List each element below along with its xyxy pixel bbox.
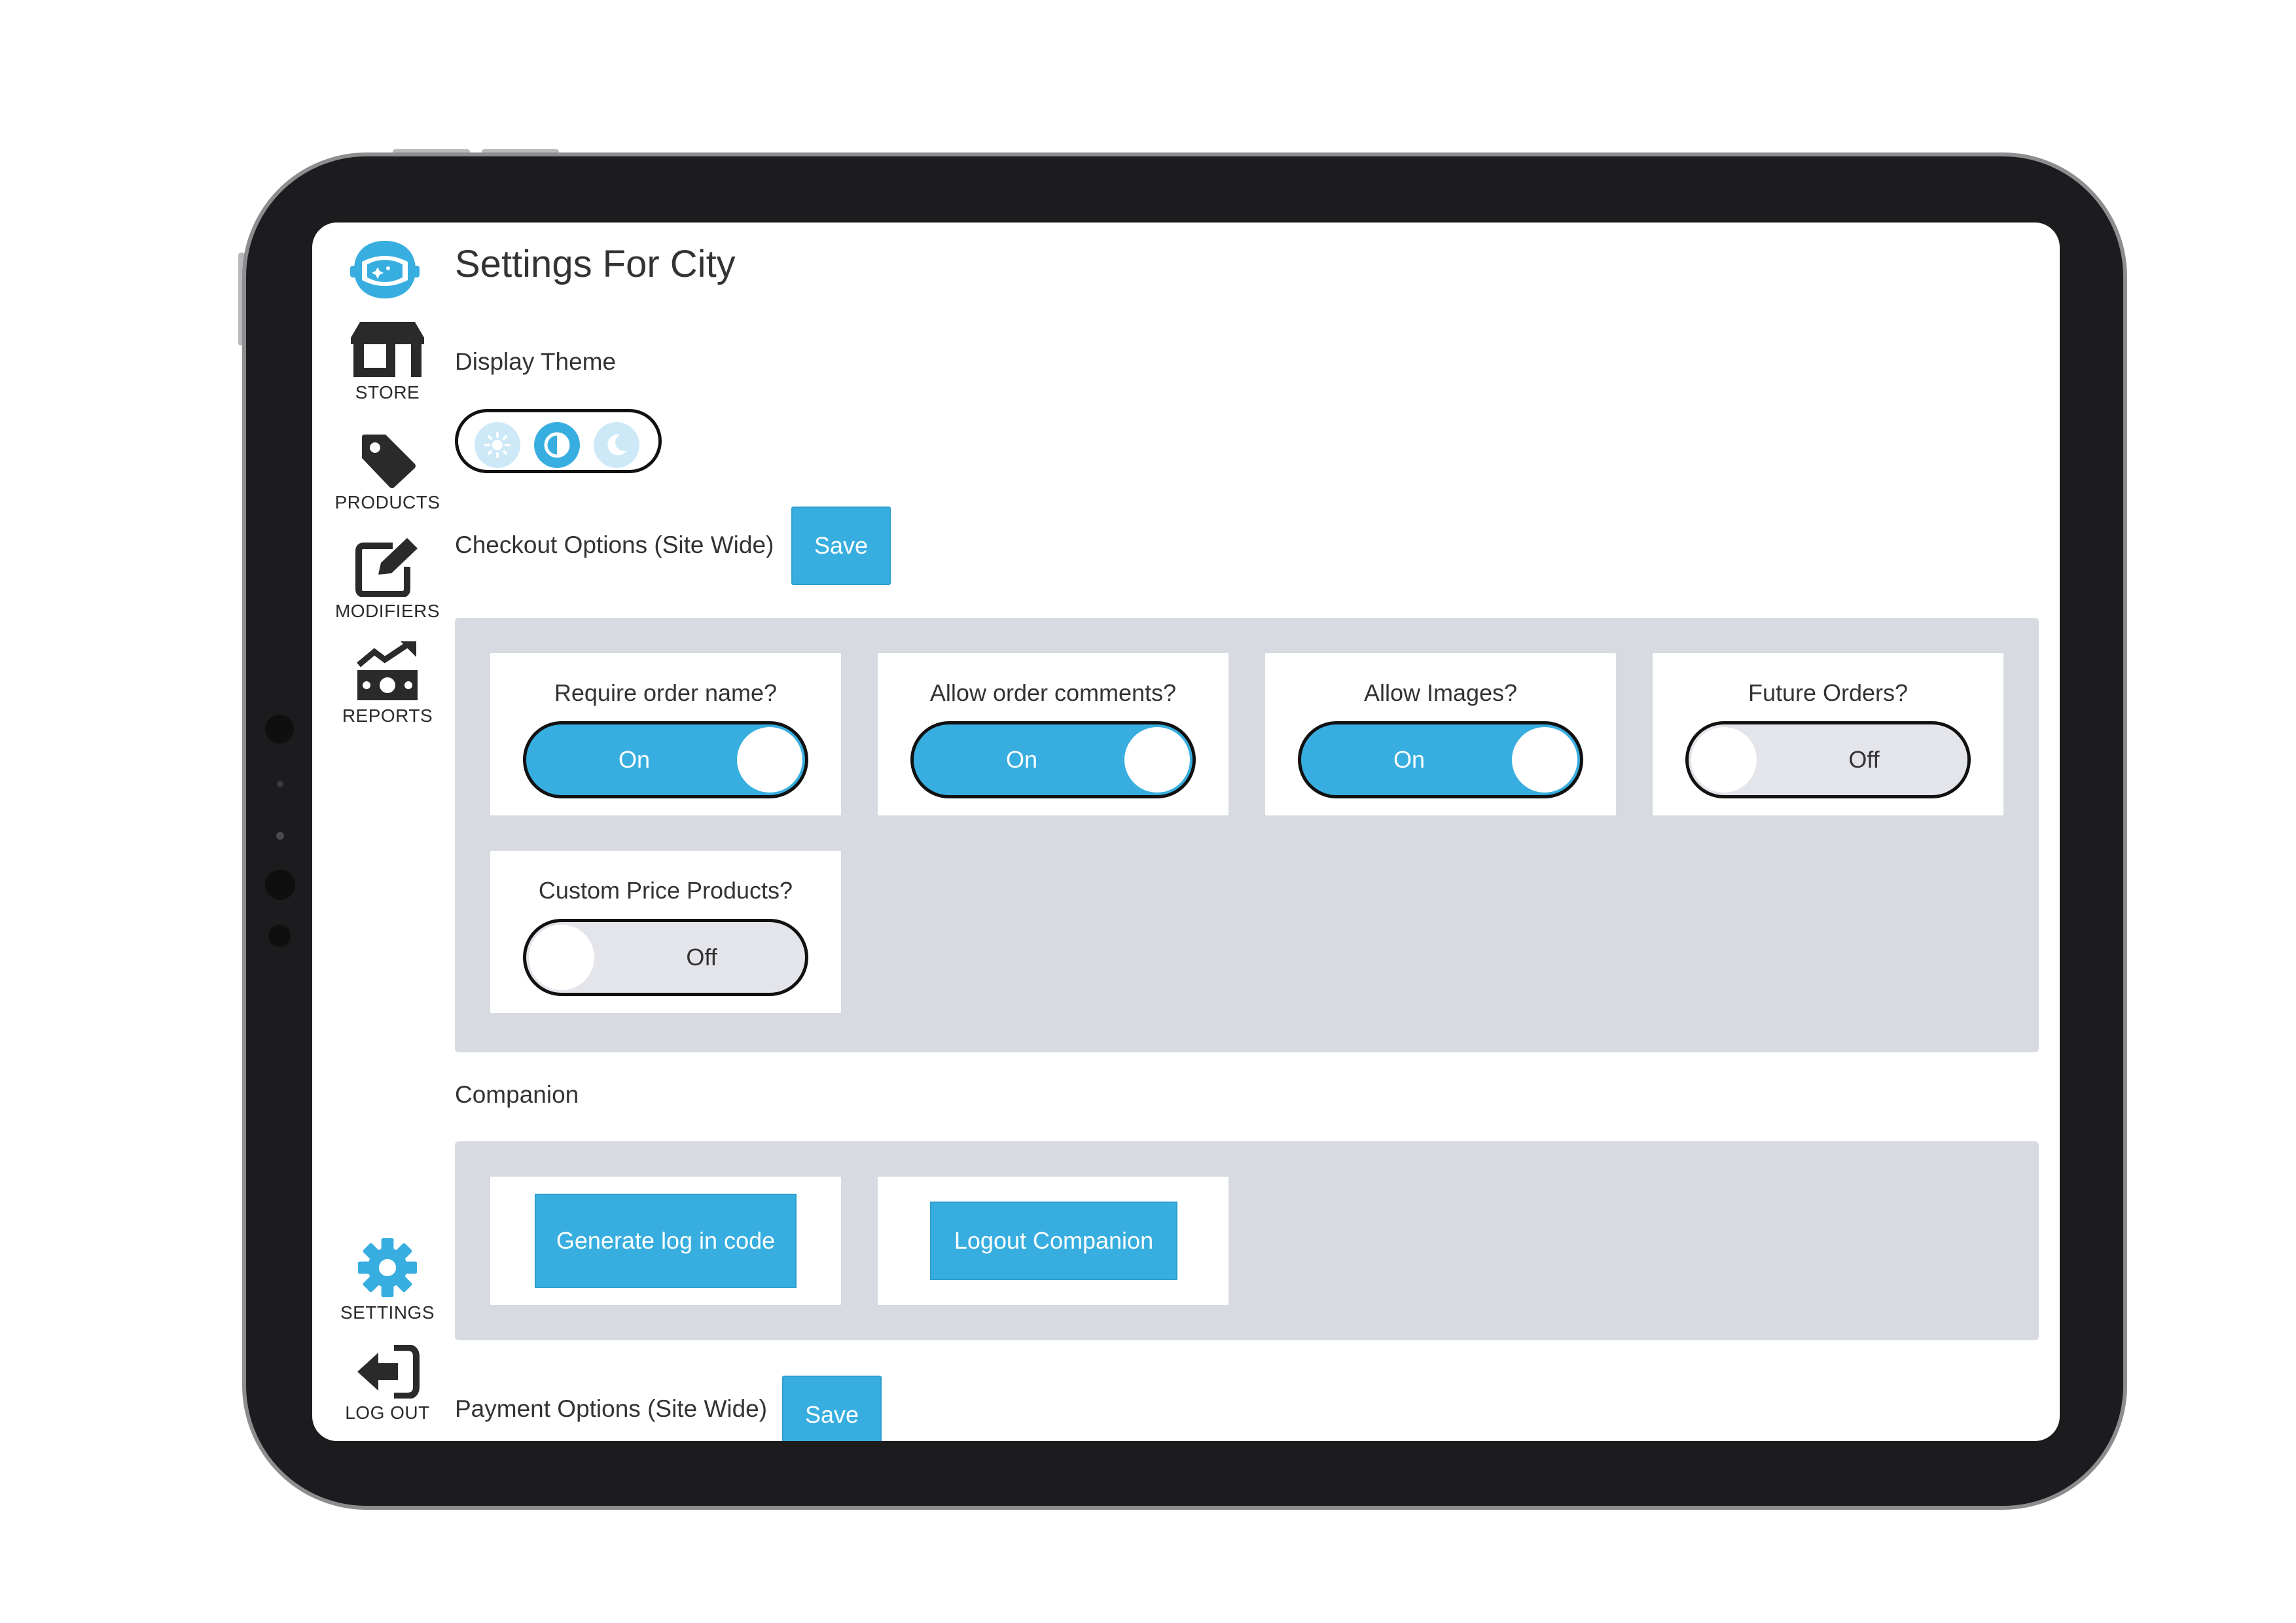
sensor [277, 781, 283, 787]
money-chart-icon [357, 641, 418, 700]
generate-login-code-button[interactable]: Generate log in code [535, 1194, 797, 1288]
option-card-allow-images: Allow Images? On [1265, 653, 1616, 815]
require-order-name-toggle[interactable]: On [523, 721, 808, 798]
toggle-knob [1512, 727, 1577, 793]
payment-save-button[interactable]: Save [782, 1376, 882, 1441]
option-title: Custom Price Products? [538, 877, 793, 904]
companion-card-generate: Generate log in code [490, 1177, 841, 1305]
companion-card-logout: Logout Companion [878, 1177, 1229, 1305]
contrast-icon [544, 432, 570, 458]
option-title: Require order name? [554, 679, 778, 706]
checkout-options-panel: Require order name? On Allow order comme… [455, 618, 2039, 1052]
toggle-state: On [1393, 746, 1426, 773]
option-title: Future Orders? [1748, 679, 1909, 706]
sensor [268, 925, 291, 947]
display-theme-label: Display Theme [455, 348, 617, 375]
toggle-state: On [1005, 746, 1038, 773]
sidebar-item-label: PRODUCTS [334, 492, 440, 512]
logout-icon [357, 1345, 420, 1399]
allow-images-toggle[interactable]: On [1298, 721, 1583, 798]
sidebar-item-label: SETTINGS [340, 1302, 435, 1323]
sidebar-item-logout[interactable]: LOG OUT [312, 1345, 463, 1423]
camera [265, 870, 295, 900]
sidebar-item-store[interactable]: STORE [312, 321, 463, 403]
payment-options-label: Payment Options (Site Wide) [455, 1395, 768, 1422]
app-logo-icon [349, 237, 421, 302]
store-icon [351, 322, 424, 377]
toggle-knob [1124, 727, 1190, 793]
sensor [276, 832, 284, 840]
tag-icon [362, 435, 416, 488]
checkout-options-label: Checkout Options (Site Wide) [455, 531, 774, 558]
sidebar-item-reports[interactable]: REPORTS [312, 641, 463, 726]
logout-companion-button[interactable]: Logout Companion [930, 1202, 1177, 1280]
companion-label: Companion [455, 1081, 579, 1108]
sidebar: STORE PRODUCTS MODIFIERS REPORTS SETTING… [312, 223, 463, 1441]
gear-icon [357, 1238, 418, 1298]
sidebar-item-label: LOG OUT [345, 1402, 430, 1423]
toggle-knob [737, 727, 802, 793]
allow-order-comments-toggle[interactable]: On [910, 721, 1196, 798]
companion-panel: Generate log in code Logout Companion [455, 1141, 2039, 1340]
app-screen: STORE PRODUCTS MODIFIERS REPORTS SETTING… [312, 223, 2060, 1441]
theme-light-option[interactable] [475, 422, 520, 468]
sidebar-item-modifiers[interactable]: MODIFIERS [312, 537, 463, 622]
future-orders-toggle[interactable]: Off [1685, 721, 1971, 798]
sidebar-item-settings[interactable]: SETTINGS [312, 1237, 463, 1323]
theme-dark-option[interactable] [594, 422, 639, 468]
settings-main: Settings For City Display Theme Checkout… [455, 223, 2060, 1441]
toggle-knob [1691, 727, 1757, 793]
toggle-knob [529, 925, 594, 990]
theme-auto-option[interactable] [534, 422, 580, 468]
page-title: Settings For City [455, 243, 736, 285]
sidebar-item-label: REPORTS [342, 705, 433, 726]
option-card-custom-price-products: Custom Price Products? Off [490, 851, 841, 1013]
sidebar-item-products[interactable]: PRODUCTS [312, 432, 463, 513]
toggle-state: Off [686, 944, 717, 971]
camera [265, 715, 294, 743]
toggle-state: On [618, 746, 651, 773]
theme-toggle [455, 409, 662, 473]
custom-price-products-toggle[interactable]: Off [523, 919, 808, 996]
moon-icon [607, 434, 627, 455]
sun-icon [484, 432, 511, 458]
sidebar-item-label: MODIFIERS [334, 601, 440, 621]
checkout-save-button[interactable]: Save [791, 507, 891, 585]
option-card-future-orders: Future Orders? Off [1653, 653, 2003, 815]
sidebar-item-label: STORE [355, 382, 420, 402]
option-card-allow-order-comments: Allow order comments? On [878, 653, 1229, 815]
option-title: Allow order comments? [929, 679, 1177, 706]
edit-icon [355, 538, 418, 597]
toggle-state: Off [1848, 746, 1880, 773]
option-card-require-order-name: Require order name? On [490, 653, 841, 815]
option-title: Allow Images? [1363, 679, 1518, 706]
